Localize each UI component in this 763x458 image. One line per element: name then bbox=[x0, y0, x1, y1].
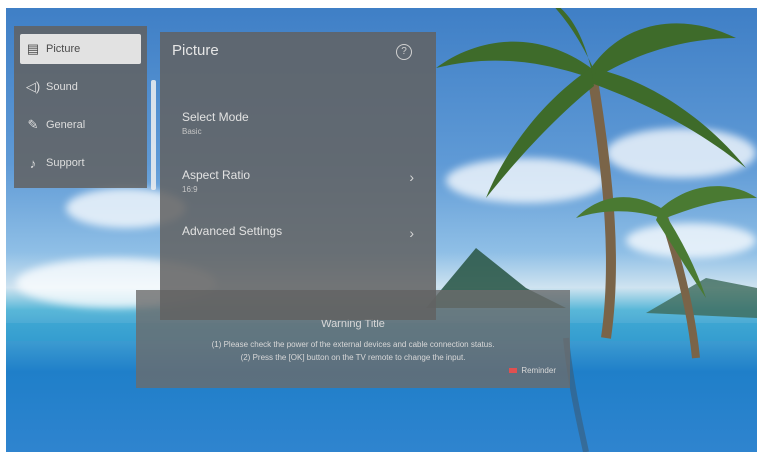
sidebar-item-label: General bbox=[46, 119, 86, 131]
picture-settings-panel: Picture ? Select Mode Basic Aspect Ratio… bbox=[160, 32, 436, 320]
advanced-settings-item[interactable]: Advanced Settings › bbox=[182, 224, 414, 241]
settings-sidebar: ▤ Picture ◁) Sound ✎ General ♪ Support bbox=[14, 26, 147, 188]
chevron-right-icon: › bbox=[409, 169, 414, 185]
sidebar-item-picture[interactable]: ▤ Picture bbox=[20, 34, 141, 64]
sidebar-item-label: Picture bbox=[46, 43, 81, 55]
sound-icon: ◁) bbox=[25, 79, 41, 94]
select-mode-label: Select Mode bbox=[182, 110, 249, 124]
notice-tag[interactable]: Reminder bbox=[509, 366, 556, 375]
sidebar-item-label: Sound bbox=[46, 81, 78, 93]
sidebar-item-general[interactable]: ✎ General bbox=[20, 110, 141, 140]
picture-icon: ▤ bbox=[26, 41, 40, 56]
advanced-settings-label: Advanced Settings bbox=[182, 224, 283, 238]
aspect-ratio-item[interactable]: Aspect Ratio 16:9 › bbox=[182, 168, 414, 194]
notice-tag-label: Reminder bbox=[521, 366, 556, 375]
wrench-icon: ✎ bbox=[27, 117, 39, 132]
scrollbar[interactable] bbox=[151, 80, 156, 190]
headset-icon: ♪ bbox=[29, 155, 37, 171]
sidebar-item-support[interactable]: ♪ Support bbox=[20, 148, 141, 178]
sidebar-item-label: Support bbox=[46, 157, 85, 169]
select-mode-value: Basic bbox=[182, 127, 202, 136]
aspect-ratio-value: 16:9 bbox=[182, 185, 198, 194]
notice-line: (1) Please check the power of the extern… bbox=[211, 340, 495, 349]
aspect-ratio-label: Aspect Ratio bbox=[182, 168, 251, 182]
help-icon[interactable]: ? bbox=[396, 44, 412, 60]
red-key-icon bbox=[509, 368, 518, 373]
notice-line: (2) Press the [OK] button on the TV remo… bbox=[240, 353, 466, 362]
chevron-right-icon: › bbox=[409, 225, 414, 241]
sidebar-item-sound[interactable]: ◁) Sound bbox=[20, 72, 141, 102]
select-mode-item[interactable]: Select Mode Basic bbox=[182, 110, 414, 136]
panel-title: Picture bbox=[172, 42, 219, 59]
